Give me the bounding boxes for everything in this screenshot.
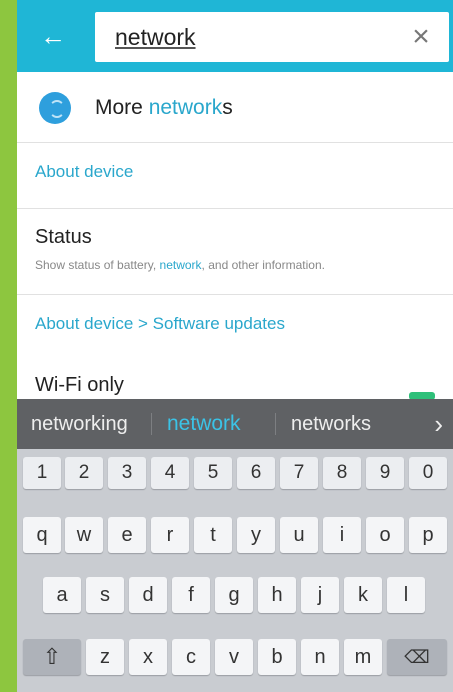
key-t[interactable]: t [194,517,232,553]
divider [151,413,152,435]
key-1[interactable]: 1 [23,457,61,489]
key-n[interactable]: n [301,639,339,675]
key-9[interactable]: 9 [366,457,404,489]
section-header-about-device: About device [17,142,453,209]
key-4[interactable]: 4 [151,457,189,489]
section-header-software-updates: About device > Software updates [35,314,285,333]
key-2[interactable]: 2 [65,457,103,489]
key-z[interactable]: z [86,639,124,675]
key-c[interactable]: c [172,639,210,675]
result-label: More networks [95,96,233,119]
key-f[interactable]: f [172,577,210,613]
divider [275,413,276,435]
key-g[interactable]: g [215,577,253,613]
key-3[interactable]: 3 [108,457,146,489]
key-0[interactable]: 0 [409,457,447,489]
close-icon[interactable]: × [407,20,435,54]
key-o[interactable]: o [366,517,404,553]
suggestion-networks[interactable]: networks [291,399,371,449]
suggestion-networking[interactable]: networking [31,399,128,449]
backspace-icon[interactable]: ⌫ [387,639,447,675]
result-more-networks[interactable]: More networks [17,72,453,143]
shift-icon[interactable]: ⇧ [23,639,81,675]
key-l[interactable]: l [387,577,425,613]
search-query[interactable]: network [115,24,196,51]
key-m[interactable]: m [344,639,382,675]
key-x[interactable]: x [129,639,167,675]
key-a[interactable]: a [43,577,81,613]
search-input[interactable]: network × [95,12,449,62]
key-j[interactable]: j [301,577,339,613]
result-status[interactable]: Status Show status of battery, network, … [17,208,453,295]
key-s[interactable]: s [86,577,124,613]
keyboard: 1 2 3 4 5 6 7 8 9 0 q w e r t y u i o p … [17,449,453,692]
key-r[interactable]: r [151,517,189,553]
key-e[interactable]: e [108,517,146,553]
key-5[interactable]: 5 [194,457,232,489]
key-k[interactable]: k [344,577,382,613]
key-8[interactable]: 8 [323,457,361,489]
result-subtitle: Show status of battery, network, and oth… [35,258,325,272]
key-w[interactable]: w [65,517,103,553]
suggestion-bar: networking network networks › [17,399,453,449]
key-d[interactable]: d [129,577,167,613]
back-arrow-icon[interactable]: ← [35,18,71,54]
chevron-right-icon[interactable]: › [434,399,443,449]
key-u[interactable]: u [280,517,318,553]
search-header: ← network × [17,0,453,72]
key-p[interactable]: p [409,517,447,553]
key-6[interactable]: 6 [237,457,275,489]
suggestion-network[interactable]: network [167,399,241,449]
key-7[interactable]: 7 [280,457,318,489]
key-i[interactable]: i [323,517,361,553]
wifi-icon [39,92,71,124]
key-b[interactable]: b [258,639,296,675]
key-h[interactable]: h [258,577,296,613]
key-v[interactable]: v [215,639,253,675]
key-y[interactable]: y [237,517,275,553]
key-q[interactable]: q [23,517,61,553]
result-title: Status [35,226,92,248]
result-wifi-only[interactable]: Wi-Fi only [35,374,124,397]
